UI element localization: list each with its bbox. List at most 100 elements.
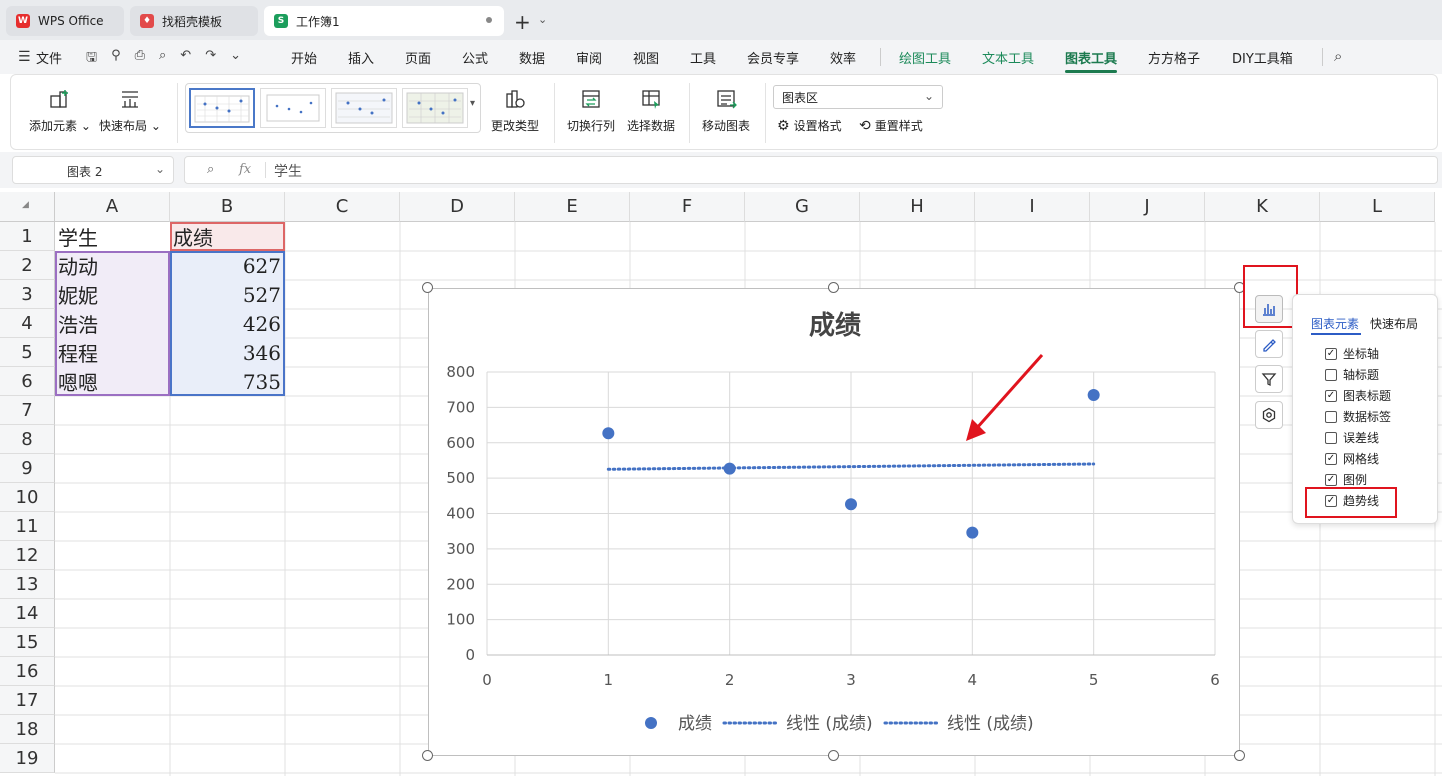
fx-icon[interactable]: fx: [239, 162, 251, 177]
y-tick-label: 100: [446, 611, 475, 629]
checkbox-checked-icon[interactable]: ✓: [1325, 389, 1337, 402]
name-box[interactable]: 图表 2 ⌄: [12, 156, 174, 184]
cell-b5[interactable]: 346: [170, 338, 281, 367]
resize-handle[interactable]: [1234, 750, 1245, 761]
scatter-chart[interactable]: 成绩 0 100 200 300 400 500 600 700 800 0 1 2 3 4 5 6 成绩 线性 (…: [428, 288, 1240, 756]
tab-workbook[interactable]: S 工作簿1: [264, 6, 504, 36]
checkbox-checked-icon[interactable]: ✓: [1325, 452, 1337, 465]
chevron-down-icon[interactable]: ⌄: [538, 13, 547, 26]
ribbon-divider: [177, 83, 178, 143]
cell-b6[interactable]: 735: [170, 367, 281, 396]
quick-layout-label: 快速布局: [99, 119, 148, 133]
menu-review[interactable]: 审阅: [576, 48, 602, 67]
menu-fangfang[interactable]: 方方格子: [1148, 48, 1200, 67]
panel-option-3[interactable]: 数据标签: [1325, 408, 1391, 425]
tab-docer[interactable]: ♦ 找稻壳模板: [130, 6, 258, 36]
menu-efficiency[interactable]: 效率: [830, 48, 856, 67]
cell-b3[interactable]: 527: [170, 280, 281, 309]
redo-icon[interactable]: ↷: [205, 48, 216, 70]
chart-settings-button[interactable]: [1255, 401, 1283, 429]
link-icon[interactable]: ⚲: [111, 48, 121, 70]
print-icon[interactable]: ⎙: [135, 48, 145, 70]
chart-style-3[interactable]: [331, 88, 397, 128]
new-tab-button[interactable]: +: [514, 10, 531, 34]
tab-label: 找稻壳模板: [162, 14, 223, 29]
chevron-down-icon: ⌄: [154, 162, 165, 176]
panel-option-5[interactable]: ✓ 网格线: [1325, 450, 1379, 467]
format-brush-icon: ⚙: [777, 117, 790, 134]
y-tick-label: 200: [446, 575, 475, 593]
menu-drawing-tools[interactable]: 绘图工具: [899, 48, 951, 67]
chart-style-4[interactable]: [402, 88, 468, 128]
menu-member[interactable]: 会员专享: [747, 48, 799, 67]
title-tab-bar: W WPS Office ♦ 找稻壳模板 S 工作簿1 + ⌄: [0, 0, 1442, 40]
checkbox-checked-icon[interactable]: ✓: [1325, 473, 1337, 486]
chart-filter-button[interactable]: [1255, 365, 1283, 393]
quick-layout-icon: [118, 87, 142, 111]
menu-page[interactable]: 页面: [405, 48, 431, 67]
save-icon[interactable]: 🖫: [86, 48, 97, 70]
cell-a1[interactable]: 学生: [58, 222, 168, 251]
change-type-button[interactable]: 更改类型: [491, 87, 539, 134]
resize-handle[interactable]: [422, 282, 433, 293]
gallery-more-icon[interactable]: ▾: [470, 98, 475, 109]
cell-a4[interactable]: 浩浩: [58, 309, 168, 338]
checkbox-empty-icon[interactable]: [1325, 368, 1337, 381]
add-element-button[interactable]: 添加元素 ⌄: [29, 87, 91, 134]
panel-option-1[interactable]: 轴标题: [1325, 366, 1379, 383]
menu-diy-toolbox[interactable]: DIY工具箱: [1232, 48, 1293, 67]
chart-style-1[interactable]: [189, 88, 255, 128]
checkbox-checked-icon[interactable]: ✓: [1325, 347, 1337, 360]
move-chart-label: 移动图表: [702, 119, 751, 133]
checkbox-empty-icon[interactable]: [1325, 431, 1337, 444]
set-format-button[interactable]: ⚙ 设置格式: [777, 117, 842, 134]
cell-b2[interactable]: 627: [170, 251, 281, 280]
quick-layout-button[interactable]: 快速布局 ⌄: [99, 87, 161, 134]
select-data-button[interactable]: 选择数据: [627, 87, 675, 134]
panel-tab-elements[interactable]: 图表元素: [1311, 315, 1359, 332]
cell-a2[interactable]: 动动: [58, 251, 168, 280]
menu-chart-tools[interactable]: 图表工具: [1065, 48, 1118, 73]
cell-b4[interactable]: 426: [170, 309, 281, 338]
switch-row-col-button[interactable]: 切换行列: [567, 87, 615, 134]
resize-handle[interactable]: [828, 750, 839, 761]
cell-a3[interactable]: 妮妮: [58, 280, 168, 309]
menu-data[interactable]: 数据: [519, 48, 545, 67]
panel-option-2[interactable]: ✓ 图表标题: [1325, 387, 1391, 404]
search-icon[interactable]: ⌕: [1334, 47, 1342, 65]
menu-file[interactable]: 文件: [36, 48, 62, 67]
menu-insert[interactable]: 插入: [348, 48, 374, 67]
chart-style-2[interactable]: [260, 88, 326, 128]
more-chevron-icon[interactable]: ⌄: [230, 48, 241, 70]
menu-text-tools[interactable]: 文本工具: [982, 48, 1034, 67]
menu-divider: [880, 48, 881, 66]
panel-option-0[interactable]: ✓ 坐标轴: [1325, 345, 1379, 362]
panel-option-4[interactable]: 误差线: [1325, 429, 1379, 446]
cell-a5[interactable]: 程程: [58, 338, 168, 367]
move-chart-button[interactable]: 移动图表: [702, 87, 750, 134]
ribbon-divider: [554, 83, 555, 143]
chart-canvas: 成绩01002003004005006007008000 1 2 3 4 5 6成绩 线性 (…: [446, 311, 1219, 734]
checkbox-empty-icon[interactable]: [1325, 410, 1337, 423]
chart-area-select[interactable]: 图表区 ⌄: [773, 85, 943, 109]
hamburger-icon[interactable]: ☰: [18, 49, 31, 65]
cell-a6[interactable]: 嗯嗯: [58, 367, 168, 396]
tab-wps-office[interactable]: W WPS Office: [6, 6, 124, 36]
panel-tab-layout[interactable]: 快速布局: [1370, 315, 1418, 332]
cell-b1[interactable]: 成绩: [173, 222, 283, 251]
formula-input[interactable]: ⌕ fx 学生: [184, 156, 1438, 184]
resize-handle[interactable]: [828, 282, 839, 293]
panel-option-label: 图例: [1343, 473, 1368, 487]
reset-style-button[interactable]: ⟲ 重置样式: [859, 117, 923, 134]
panel-option-6[interactable]: ✓ 图例: [1325, 471, 1367, 488]
undo-icon[interactable]: ↶: [180, 48, 191, 70]
panel-option-label: 数据标签: [1343, 410, 1392, 424]
menu-home[interactable]: 开始: [291, 48, 317, 67]
menu-view[interactable]: 视图: [633, 48, 659, 67]
resize-handle[interactable]: [422, 750, 433, 761]
zoom-icon[interactable]: ⌕: [207, 162, 214, 177]
menu-tools[interactable]: 工具: [690, 48, 716, 67]
print-preview-icon[interactable]: ⌕: [159, 48, 166, 70]
menu-formula[interactable]: 公式: [462, 48, 488, 67]
chart-styles-button[interactable]: [1255, 330, 1283, 358]
